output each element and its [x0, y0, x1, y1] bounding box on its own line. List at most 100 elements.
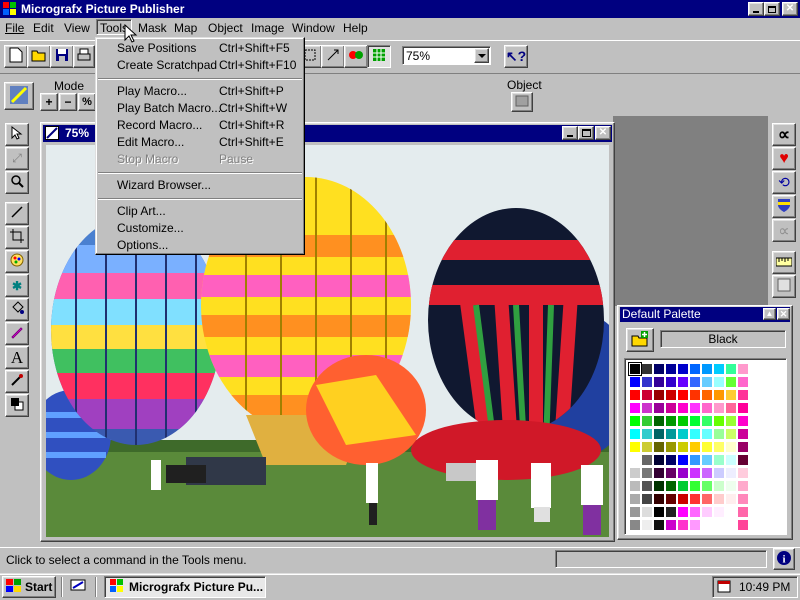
- color-swatch[interactable]: [678, 494, 688, 504]
- mode-xor-button[interactable]: %: [78, 93, 96, 111]
- color-swatch[interactable]: [630, 377, 640, 387]
- color-swatch[interactable]: [738, 481, 748, 491]
- color-swatch[interactable]: [702, 364, 712, 374]
- color-swatch[interactable]: [726, 390, 736, 400]
- color-swatch[interactable]: [630, 390, 640, 400]
- color-swatch[interactable]: [726, 507, 736, 517]
- tool-colors[interactable]: [5, 394, 29, 417]
- color-swatch[interactable]: [714, 416, 724, 426]
- color-swatch[interactable]: [630, 468, 640, 478]
- color-swatch[interactable]: [678, 416, 688, 426]
- color-swatch[interactable]: [714, 390, 724, 400]
- menu-create-scratchpad[interactable]: Create Scratchpad: [117, 57, 217, 74]
- right-tool-frame[interactable]: [772, 275, 796, 298]
- color-swatch[interactable]: [654, 429, 664, 439]
- color-swatch[interactable]: [678, 507, 688, 517]
- menu-window[interactable]: Window: [290, 20, 337, 36]
- color-swatch[interactable]: [702, 403, 712, 413]
- scheduler-icon[interactable]: [717, 578, 733, 597]
- color-swatch[interactable]: [678, 429, 688, 439]
- tool-button-b[interactable]: [321, 45, 345, 68]
- color-swatch[interactable]: [738, 390, 748, 400]
- color-swatch[interactable]: [690, 403, 700, 413]
- right-tool-ruler[interactable]: [772, 251, 796, 274]
- right-tool-alpha[interactable]: ∝: [772, 123, 796, 146]
- color-swatch[interactable]: [714, 455, 724, 465]
- document-minimize-button[interactable]: [562, 126, 578, 140]
- color-swatch[interactable]: [738, 455, 748, 465]
- menu-map[interactable]: Map: [172, 20, 199, 36]
- tool-crop[interactable]: [5, 226, 29, 249]
- menu-customize[interactable]: Customize...: [117, 220, 184, 237]
- menu-play-macro[interactable]: Play Macro...: [117, 83, 187, 100]
- palette-collapse-button[interactable]: ▲: [763, 308, 776, 320]
- color-swatch[interactable]: [726, 416, 736, 426]
- color-swatch[interactable]: [630, 403, 640, 413]
- color-swatch[interactable]: [666, 390, 676, 400]
- color-swatch[interactable]: [642, 429, 652, 439]
- color-swatch[interactable]: [726, 481, 736, 491]
- palette-grid[interactable]: [624, 358, 787, 535]
- color-swatch[interactable]: [726, 377, 736, 387]
- color-swatch[interactable]: [654, 416, 664, 426]
- status-info-button[interactable]: i: [773, 548, 795, 570]
- color-swatch[interactable]: [654, 442, 664, 452]
- start-button[interactable]: Start: [2, 576, 56, 598]
- tool-transform[interactable]: ⤢: [5, 147, 29, 170]
- right-tool-shield[interactable]: [772, 195, 796, 218]
- color-swatch[interactable]: [714, 481, 724, 491]
- color-swatch[interactable]: [642, 390, 652, 400]
- tool-pen[interactable]: [5, 322, 29, 345]
- tool-zoom[interactable]: [5, 171, 29, 194]
- color-swatch[interactable]: [654, 390, 664, 400]
- color-swatch[interactable]: [726, 455, 736, 465]
- color-swatch[interactable]: [666, 520, 676, 530]
- color-swatch[interactable]: [630, 481, 640, 491]
- color-swatch[interactable]: [678, 442, 688, 452]
- color-swatch[interactable]: [690, 481, 700, 491]
- color-swatch[interactable]: [714, 520, 724, 530]
- color-swatch[interactable]: [690, 520, 700, 530]
- menu-view[interactable]: View: [62, 20, 92, 36]
- color-swatch[interactable]: [714, 403, 724, 413]
- right-tool-rotate[interactable]: ⟲: [772, 171, 796, 194]
- color-swatch[interactable]: [666, 455, 676, 465]
- color-swatch[interactable]: [714, 377, 724, 387]
- color-swatch[interactable]: [726, 403, 736, 413]
- color-swatch[interactable]: [738, 507, 748, 517]
- color-swatch[interactable]: [738, 520, 748, 530]
- menu-clip-art[interactable]: Clip Art...: [117, 203, 166, 220]
- color-swatch[interactable]: [666, 468, 676, 478]
- color-swatch[interactable]: [654, 507, 664, 517]
- color-swatch[interactable]: [666, 429, 676, 439]
- color-swatch[interactable]: [678, 403, 688, 413]
- app-icon[interactable]: [2, 1, 18, 17]
- color-swatch[interactable]: [654, 403, 664, 413]
- color-swatch[interactable]: [678, 364, 688, 374]
- menu-image[interactable]: Image: [249, 20, 286, 36]
- color-swatch[interactable]: [690, 455, 700, 465]
- color-swatch[interactable]: [702, 481, 712, 491]
- color-swatch[interactable]: [678, 377, 688, 387]
- color-swatch[interactable]: [642, 442, 652, 452]
- color-swatch[interactable]: [714, 468, 724, 478]
- menu-record-macro[interactable]: Record Macro...: [117, 117, 202, 134]
- save-button[interactable]: [50, 45, 74, 68]
- color-swatch[interactable]: [642, 455, 652, 465]
- print-button[interactable]: [73, 45, 95, 68]
- color-swatch[interactable]: [690, 377, 700, 387]
- color-swatch[interactable]: [690, 507, 700, 517]
- context-help-button[interactable]: ↖?: [504, 45, 528, 68]
- palette-close-button[interactable]: ✕: [777, 308, 790, 320]
- color-swatch[interactable]: [654, 468, 664, 478]
- menu-object[interactable]: Object: [206, 20, 245, 36]
- right-tool-heart[interactable]: ♥: [772, 147, 796, 170]
- color-swatch[interactable]: [642, 364, 652, 374]
- color-swatch[interactable]: [666, 481, 676, 491]
- tool-text[interactable]: A: [5, 346, 29, 369]
- color-swatch[interactable]: [702, 520, 712, 530]
- color-swatch[interactable]: [738, 442, 748, 452]
- color-swatch[interactable]: [702, 429, 712, 439]
- zoom-dropdown-button[interactable]: [474, 48, 489, 63]
- color-swatch[interactable]: [702, 416, 712, 426]
